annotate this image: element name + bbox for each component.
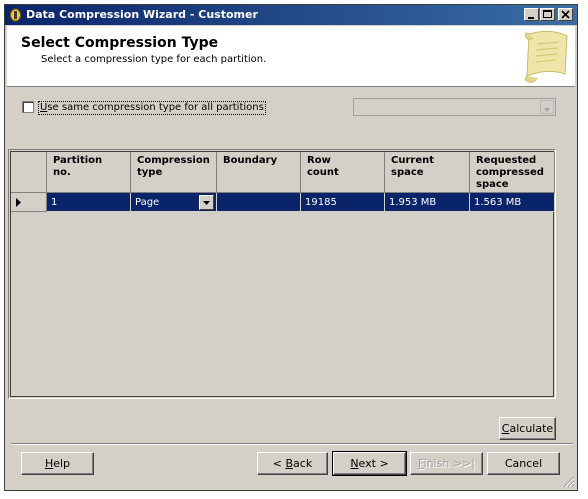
chevron-down-icon: [544, 108, 550, 112]
row-selector[interactable]: [11, 193, 47, 212]
col-header-compression-type[interactable]: Compression type: [131, 152, 217, 193]
calculate-label: alculate: [509, 422, 554, 435]
page-subtitle: Select a compression type for each parti…: [41, 54, 267, 65]
current-row-icon: [16, 198, 21, 207]
all-partitions-type-select[interactable]: [353, 98, 556, 116]
back-mnemonic: B: [285, 457, 294, 470]
finish-button[interactable]: Finish >>|: [410, 452, 483, 475]
next-mnemonic: N: [350, 457, 359, 470]
table-row[interactable]: 1 Page 19185 1.953 MB 1.563 MB: [11, 193, 555, 212]
wizard-window: Data Compression Wizard - Customer Selec…: [4, 4, 578, 491]
cell-row-count[interactable]: 19185: [301, 193, 385, 212]
help-mnemonic: H: [44, 457, 54, 470]
button-separator: [11, 443, 573, 445]
col-header-requested-space[interactable]: Requested compressed space: [470, 152, 555, 193]
grid-body: Partition no. Compression type Boundary …: [10, 151, 555, 397]
cell-compression-type[interactable]: Page: [131, 193, 217, 212]
col-header-boundary[interactable]: Boundary: [217, 152, 301, 193]
partitions-grid[interactable]: Partition no. Compression type Boundary …: [8, 149, 556, 399]
next-label: ext >: [358, 457, 389, 470]
help-button[interactable]: Help: [21, 452, 94, 475]
back-button[interactable]: < Back: [257, 452, 328, 475]
calculate-button[interactable]: Calculate: [499, 417, 556, 440]
col-header-partition-no[interactable]: Partition no.: [47, 152, 131, 193]
help-label: elp: [53, 457, 71, 470]
wizard-header: Select Compression Type Select a compres…: [7, 26, 575, 87]
back-prefix: <: [272, 457, 286, 470]
cell-partition-no[interactable]: 1: [47, 193, 131, 212]
back-label: ack: [293, 457, 313, 470]
app-icon: [10, 8, 21, 22]
compression-type-dropdown-button[interactable]: [199, 195, 214, 210]
same-type-label-text: se same compression type for all partiti…: [47, 102, 264, 113]
maximize-button[interactable]: [540, 8, 555, 21]
title-bar[interactable]: Data Compression Wizard - Customer: [5, 5, 577, 25]
compression-type-value: Page: [135, 197, 160, 208]
cancel-button[interactable]: Cancel: [487, 452, 560, 475]
maximize-icon: [543, 10, 552, 18]
minimize-button[interactable]: [524, 8, 539, 21]
page-title: Select Compression Type: [21, 35, 219, 51]
select-arrow-button[interactable]: [540, 100, 554, 114]
scroll-icon: [524, 30, 568, 83]
cell-boundary[interactable]: [217, 193, 301, 212]
next-button[interactable]: Next >: [332, 451, 407, 476]
minimize-icon: [528, 17, 534, 19]
cell-current-space[interactable]: 1.953 MB: [385, 193, 470, 212]
chevron-down-icon: [203, 201, 210, 205]
same-type-checkbox[interactable]: [22, 101, 34, 113]
col-header-row-count[interactable]: Row count: [301, 152, 385, 193]
same-type-label[interactable]: Use same compression type for all partit…: [38, 101, 266, 115]
finish-label: inish >>|: [423, 457, 475, 470]
row-header-corner: [11, 152, 47, 193]
close-icon: [561, 10, 570, 19]
close-button[interactable]: [558, 8, 573, 21]
col-header-current-space[interactable]: Current space: [385, 152, 470, 193]
resize-grip-icon[interactable]: [563, 476, 575, 488]
window-title: Data Compression Wizard - Customer: [26, 8, 258, 21]
cell-requested-space[interactable]: 1.563 MB: [470, 193, 555, 212]
